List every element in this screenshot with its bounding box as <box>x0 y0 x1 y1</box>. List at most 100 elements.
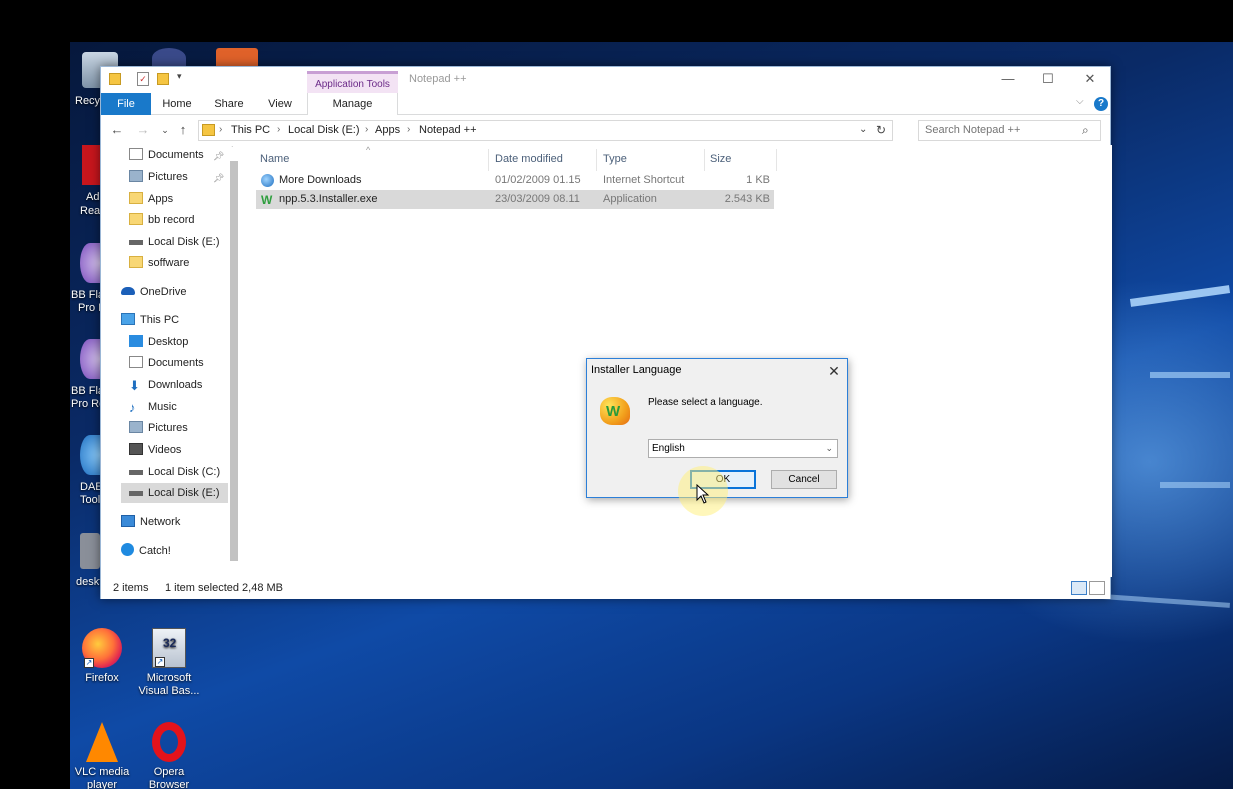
nav-item-pictures-pc[interactable]: Pictures <box>129 418 188 438</box>
installer-icon: W <box>261 193 273 207</box>
nav-item-catch[interactable]: Catch! <box>121 541 171 561</box>
search-icon[interactable]: ⌕ <box>1082 123 1089 138</box>
desktop-label-partial: Pro I <box>78 302 102 314</box>
nav-item-soffware[interactable]: soffware <box>129 253 189 273</box>
large-icons-view-icon[interactable] <box>1089 581 1105 595</box>
tab-manage[interactable]: Manage <box>307 93 398 115</box>
folder-icon <box>129 192 143 204</box>
column-divider[interactable] <box>776 149 777 171</box>
forward-arrow-icon[interactable]: → <box>135 121 151 139</box>
column-header-size[interactable]: Size <box>710 153 731 165</box>
quick-access-properties-icon[interactable]: ✓ <box>137 72 149 86</box>
navigation-pane: Documents 📌︎ ^ Pictures 📌︎ Apps bb recor… <box>101 145 241 577</box>
desktop-icon-desktop-app[interactable] <box>80 533 100 569</box>
quick-access-folder-icon[interactable] <box>109 73 121 85</box>
tab-view[interactable]: View <box>259 93 301 115</box>
drive-icon <box>129 491 143 496</box>
application-tools-tab[interactable]: Application Tools <box>307 71 398 93</box>
nav-item-pictures[interactable]: Pictures <box>129 167 188 187</box>
ribbon-expand-chevron-icon[interactable]: ⌵ <box>1076 96 1084 107</box>
desktop-icon-vlc[interactable]: VLC media player <box>69 722 135 789</box>
chevron-right-icon[interactable]: › <box>277 124 280 135</box>
address-bar[interactable]: › This PC › Local Disk (E:) › Apps › Not… <box>198 120 893 141</box>
nav-item-label: Documents <box>148 357 204 369</box>
quick-access-newfolder-icon[interactable] <box>157 73 169 85</box>
desktop-icon-visual-basic[interactable]: 32 ↗ Microsoft Visual Bas... <box>136 628 202 698</box>
dialog-prompt: Please select a language. <box>648 397 763 408</box>
chevron-right-icon[interactable]: › <box>365 124 368 135</box>
details-view-icon[interactable] <box>1071 581 1087 595</box>
file-date: 23/03/2009 08.11 <box>495 193 580 205</box>
nav-item-videos[interactable]: Videos <box>129 440 181 460</box>
help-icon[interactable]: ? <box>1094 97 1108 111</box>
search-box[interactable]: ⌕ <box>918 120 1101 141</box>
chevron-right-icon[interactable]: › <box>219 124 222 135</box>
desktop-icon-webcam[interactable] <box>152 48 186 68</box>
column-header-date[interactable]: Date modified <box>495 153 563 165</box>
column-header-name[interactable]: Name <box>260 153 289 165</box>
desktop-icon-bb-flashback-recorder[interactable] <box>80 339 100 379</box>
nav-item-local-disk-e-pc[interactable]: Local Disk (E:) <box>121 483 228 503</box>
breadcrumb-local-disk-e[interactable]: Local Disk (E:) <box>288 124 360 136</box>
up-arrow-icon[interactable]: ↑ <box>175 121 191 139</box>
nav-item-local-disk-e[interactable]: Local Disk (E:) <box>129 232 220 252</box>
minimize-button[interactable]: — <box>991 67 1025 93</box>
nav-item-label: OneDrive <box>140 286 187 298</box>
nav-item-onedrive[interactable]: OneDrive <box>121 282 186 302</box>
scrollbar-thumb[interactable] <box>230 161 238 561</box>
language-select[interactable]: English ⌄ <box>648 439 838 458</box>
window-title: Notepad ++ <box>409 73 467 85</box>
close-button[interactable]: ✕ <box>1073 67 1107 93</box>
nav-item-documents[interactable]: Documents <box>129 145 204 165</box>
chevron-right-icon[interactable]: › <box>407 124 410 135</box>
dialog-close-button[interactable]: ✕ <box>823 361 845 381</box>
column-divider[interactable] <box>704 149 705 171</box>
nav-item-local-disk-c[interactable]: Local Disk (C:) <box>129 462 220 482</box>
pin-icon[interactable]: 📌︎ <box>213 173 224 184</box>
desktop-label-partial: Recy <box>75 95 101 107</box>
computer-icon <box>121 313 135 325</box>
nav-scrollbar[interactable] <box>228 147 240 577</box>
tab-home[interactable]: Home <box>155 93 199 115</box>
nav-item-label: Network <box>140 516 181 528</box>
nav-item-label: Music <box>148 401 177 413</box>
address-dropdown-icon[interactable]: ⌄ <box>859 124 867 135</box>
column-divider[interactable] <box>488 149 489 171</box>
desktop-icon-firefox[interactable]: ↗ Firefox <box>69 628 135 685</box>
table-row[interactable]: More Downloads 01/02/2009 01.15 Internet… <box>256 171 774 190</box>
nav-item-this-pc[interactable]: This PC <box>121 310 179 330</box>
nav-item-apps[interactable]: Apps <box>129 189 173 209</box>
breadcrumb-apps[interactable]: Apps <box>375 124 400 136</box>
desktop-icon-opera[interactable]: Opera Browser <box>136 722 202 789</box>
nav-item-bb-record[interactable]: bb record <box>129 210 194 230</box>
nav-item-desktop[interactable]: Desktop <box>129 332 188 352</box>
quick-access-dropdown-icon[interactable]: ▾ <box>177 71 182 82</box>
column-header-type[interactable]: Type <box>603 153 627 165</box>
desktop-icon <box>129 335 143 347</box>
table-row[interactable]: W npp.5.3.Installer.exe 23/03/2009 08.11… <box>256 190 774 209</box>
desktop-icon-app[interactable] <box>216 48 258 68</box>
recent-dropdown-icon[interactable]: ⌄ <box>157 121 173 139</box>
search-input[interactable] <box>925 124 1075 136</box>
refresh-icon[interactable]: ↻ <box>876 123 886 137</box>
tab-share[interactable]: Share <box>207 93 251 115</box>
breadcrumb-notepad[interactable]: Notepad ++ <box>419 124 477 136</box>
internet-shortcut-icon <box>261 174 274 187</box>
nav-item-documents-pc[interactable]: Documents <box>129 353 204 373</box>
column-divider[interactable] <box>596 149 597 171</box>
breadcrumb-this-pc[interactable]: This PC <box>231 124 270 136</box>
back-arrow-icon[interactable]: ← <box>109 121 125 139</box>
pin-icon[interactable]: 📌︎ <box>213 151 224 162</box>
chevron-down-icon: ⌄ <box>825 443 833 453</box>
maximize-button[interactable]: ☐ <box>1031 67 1065 93</box>
nav-item-music[interactable]: ♪ Music <box>129 397 177 417</box>
tab-file[interactable]: File <box>101 93 151 115</box>
cancel-button[interactable]: Cancel <box>771 470 837 489</box>
desktop-icon-bb-flashback[interactable] <box>80 243 100 283</box>
nav-item-label: Local Disk (E:) <box>148 236 220 248</box>
nav-item-label: bb record <box>148 214 195 226</box>
downloads-icon: ⬇ <box>129 378 140 393</box>
nav-item-network[interactable]: Network <box>121 512 180 532</box>
desktop-icon-dae-tools[interactable] <box>80 435 100 475</box>
nav-item-downloads[interactable]: ⬇ Downloads <box>129 375 202 395</box>
